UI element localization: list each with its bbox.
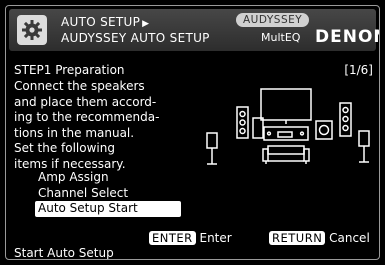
breadcrumb-label: AUTO SETUP (61, 15, 141, 29)
gear-icon (17, 15, 47, 45)
return-key-badge[interactable]: RETURN (269, 231, 326, 245)
status-text: Start Auto Setup (14, 246, 114, 260)
breadcrumb: AUTO SETUP ▶ (61, 15, 149, 29)
page-title: AUDYSSEY AUTO SETUP (61, 31, 210, 45)
enter-hint: ENTER Enter (149, 231, 232, 245)
step-title: STEP1 Preparation (14, 63, 125, 77)
subwoofer-icon (315, 120, 333, 140)
audyssey-badge: AUDYSSEY (236, 13, 310, 27)
menu-item-amp-assign[interactable]: Amp Assign (35, 170, 181, 186)
chevron-right-icon: ▶ (142, 19, 150, 29)
couch-icon (262, 145, 310, 164)
surround-left-speaker-icon (206, 132, 218, 165)
osd-screen: AUTO SETUP ▶ AUDYSSEY AUTO SETUP AUDYSSEY… (5, 5, 380, 260)
setup-menu: Amp Assign Channel Select Auto Setup Sta… (35, 170, 181, 217)
speaker-layout-illustration (206, 88, 370, 165)
surround-right-speaker-icon (358, 130, 370, 163)
enter-key-badge[interactable]: ENTER (149, 231, 196, 245)
front-right-speaker-icon (339, 102, 352, 137)
menu-item-channel-select[interactable]: Channel Select (35, 186, 181, 202)
header-bar: AUTO SETUP ▶ AUDYSSEY AUTO SETUP AUDYSSEY… (9, 9, 379, 51)
multeq-label: MultEQ (261, 31, 301, 44)
page-indicator: [1/6] (344, 63, 373, 77)
return-hint: RETURN Cancel (269, 231, 370, 245)
enter-hint-label: Enter (199, 231, 232, 245)
return-hint-label: Cancel (329, 231, 370, 245)
tv-icon (260, 88, 312, 124)
center-speaker-icon (252, 117, 264, 139)
footer-bar: ENTER Enter RETURN Cancel Start Auto Set… (6, 231, 379, 259)
front-left-speaker-icon (236, 106, 249, 139)
receiver-icon (263, 126, 309, 141)
menu-item-auto-setup-start[interactable]: Auto Setup Start (35, 201, 181, 217)
brand-logo: DENON (315, 27, 379, 47)
instruction-text: Connect the speakers and place them acco… (14, 79, 160, 171)
